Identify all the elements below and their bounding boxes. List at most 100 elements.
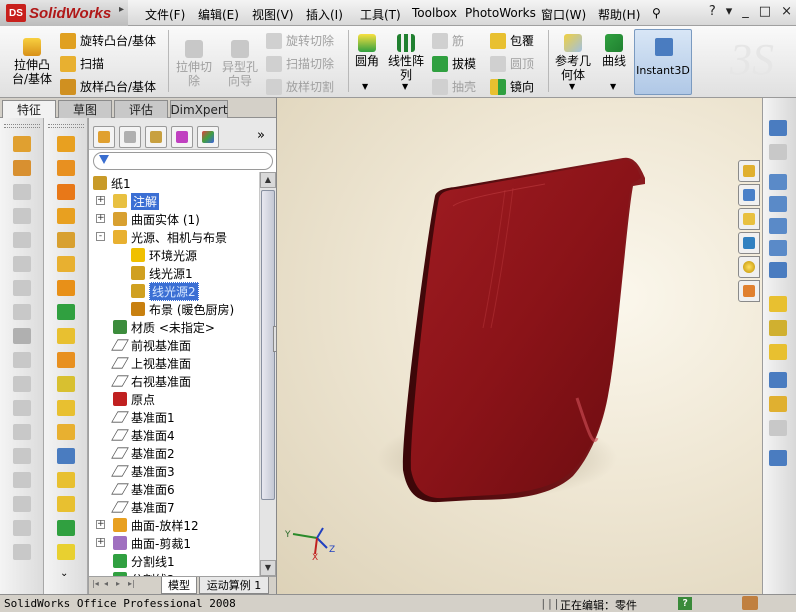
untrim-surface-icon[interactable] [57,400,75,416]
scroll-down-icon[interactable]: ▼ [260,560,276,576]
ref-geometry-dropdown-icon[interactable]: ▼ [569,82,575,91]
sweep-tool-icon[interactable] [13,184,31,200]
revolve-tool-icon[interactable] [13,160,31,176]
extrude-boss-button[interactable]: 拉伸凸台/基体 [6,38,58,86]
custom-properties-tab[interactable] [738,280,760,302]
loft-tool-icon[interactable] [13,208,31,224]
check-icon[interactable] [769,450,787,466]
pin-icon[interactable]: ⚲ [652,6,661,20]
tree-node[interactable]: 材质 <未指定> [113,318,215,336]
delete-face-icon[interactable] [57,448,75,464]
file-explorer-tab[interactable] [738,208,760,230]
knit-surface-icon[interactable] [57,424,75,440]
section-view-icon[interactable] [769,218,787,234]
tree-node[interactable]: 环境光源 [131,246,197,264]
combine-tool-icon[interactable] [13,520,31,536]
sketch-plane-icon[interactable] [769,174,787,190]
trim-surface-icon[interactable] [57,376,75,392]
tree-node[interactable]: 曲面实体 (1) [113,210,200,228]
shell-tool-icon[interactable] [13,304,31,320]
database-icon[interactable] [769,344,787,360]
loft-boss-button[interactable]: 放样凸台/基体 [60,78,156,95]
measure-icon[interactable] [769,372,787,388]
camera-icon[interactable] [769,320,787,336]
tab-model[interactable]: 模型 [161,577,197,594]
dimxpert-manager-tab[interactable] [171,126,193,148]
tree-node[interactable]: 分割线1 [113,552,175,570]
thicken-tool-icon[interactable] [13,280,31,296]
tree-filter-input[interactable] [93,152,273,170]
part-model-render[interactable] [277,98,762,594]
tree-expander[interactable]: - [96,232,105,241]
tree-node[interactable]: 基准面1 [111,408,175,426]
sketch-tool-icon[interactable] [769,196,787,212]
tab-sketch[interactable]: 草图 [58,100,112,118]
minimize-button[interactable]: _ [742,4,749,19]
menu-tools[interactable]: 工具(T) [360,6,401,23]
first-tab-icon[interactable]: |◂ [92,579,102,591]
flex-tool-icon[interactable] [13,448,31,464]
hole-wizard-button[interactable]: 异型孔向导 [218,40,262,88]
solidworks-resources-tab[interactable] [738,160,760,182]
chevron-down-icon[interactable]: ▾ [726,4,733,19]
chevron-down-icon[interactable]: ⌄ [60,568,68,579]
tab-evaluate[interactable]: 评估 [114,100,168,118]
tree-vertical-scrollbar[interactable]: ▲ ▼ [259,172,276,576]
boundary-surface-icon[interactable] [57,232,75,248]
chevron-right-icon[interactable]: » [257,128,265,143]
curves-button[interactable]: 曲线 [598,34,630,68]
scale-tool-icon[interactable] [13,472,31,488]
surface-extrude-icon[interactable] [57,136,75,152]
solidworks-logo-button[interactable]: DS SolidWorks ▸ [0,0,128,26]
menu-edit[interactable]: 编辑(E) [198,6,239,23]
tree-node[interactable]: 基准面7 [111,498,175,516]
sweep-cut-button[interactable]: 扫描切除 [266,55,334,72]
hole-tool-icon[interactable] [13,328,31,344]
planar-surface-icon[interactable] [57,280,75,296]
tree-node[interactable]: 曲面-剪裁1 [113,534,191,552]
tree-node[interactable]: 布景 (暖色厨房) [131,300,234,318]
dome-button[interactable]: 圆顶 [490,55,534,72]
curves-dropdown-icon[interactable]: ▼ [610,82,616,91]
tree-node[interactable]: 线光源1 [131,264,193,282]
menu-help[interactable]: 帮助(H) [598,6,640,23]
tree-node[interactable]: 右视基准面 [111,372,191,390]
tree-node[interactable]: 前视基准面 [111,336,191,354]
tree-node[interactable]: 曲面-放样12 [113,516,199,534]
cut-tool-icon[interactable] [13,256,31,272]
revolve-boss-button[interactable]: 旋转凸台/基体 [60,32,156,49]
tree-expander[interactable]: + [96,214,105,223]
last-tab-icon[interactable]: ▸| [128,579,138,591]
search-tab[interactable] [738,232,760,254]
dome-tool-icon[interactable] [13,400,31,416]
draft-button[interactable]: 拔模 [432,55,476,72]
orientation-icon[interactable] [769,262,787,278]
fillet-dropdown-icon[interactable]: ▼ [362,82,368,91]
tree-expander[interactable]: + [96,520,105,529]
status-help-icon[interactable]: ? [678,597,692,610]
tree-node[interactable]: 注解 [113,192,160,210]
help-dropdown-button[interactable]: ? [709,4,716,19]
sparkle-tool-icon[interactable] [57,544,75,560]
rebuild-icon[interactable] [742,596,758,610]
tree-node[interactable]: 上视基准面 [111,354,191,372]
view-orientation-triad[interactable]: Y Z X [283,510,343,563]
tab-features[interactable]: 特征 [2,100,56,118]
display-manager-tab[interactable] [197,126,219,148]
view-tool-icon[interactable] [769,120,787,136]
tool-disabled-icon[interactable] [769,420,787,436]
boundary-tool-icon[interactable] [13,232,31,248]
tree-node[interactable]: 纸1 [93,174,131,192]
extrude-cut-button[interactable]: 拉伸切除 [172,40,216,88]
next-tab-icon[interactable]: ▸ [116,579,126,591]
move-body-tool-icon[interactable] [13,544,31,560]
linear-pattern-button[interactable]: 线性阵列 [386,34,426,82]
tab-motion-study[interactable]: 运动算例 1 [199,577,269,594]
loft-cut-button[interactable]: 放样切割 [266,78,334,95]
menu-window[interactable]: 窗口(W) [541,6,586,23]
tab-dimxpert[interactable]: DimXpert [170,100,228,118]
tree-expander[interactable]: + [96,196,105,205]
configuration-manager-tab[interactable] [145,126,167,148]
reference-geometry-button[interactable]: 参考几何体 [552,34,594,82]
sweep-button[interactable]: 扫描 [60,55,104,72]
